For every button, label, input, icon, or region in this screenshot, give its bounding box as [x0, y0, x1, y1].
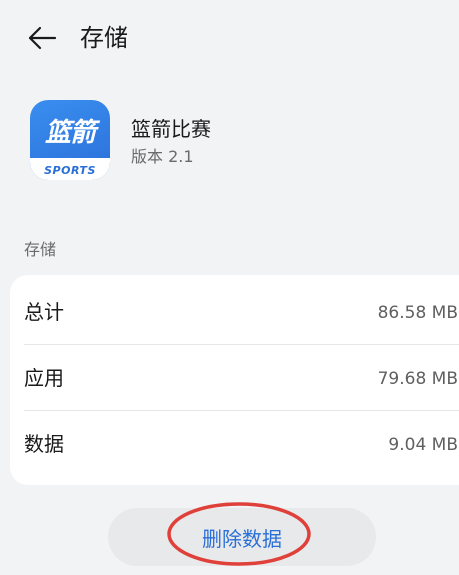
storage-row-value: 9.04 MB	[388, 435, 458, 455]
clear-data-label: 删除数据	[202, 526, 282, 551]
storage-row-app: 应用 79.68 MB	[10, 345, 459, 411]
storage-row-label: 数据	[24, 432, 64, 456]
storage-row-data: 数据 9.04 MB	[10, 411, 459, 477]
storage-row-total: 总计 86.58 MB	[10, 279, 459, 345]
app-icon: 篮箭 SPORTS	[30, 100, 110, 180]
storage-row-label: 应用	[24, 366, 64, 390]
back-arrow-icon	[28, 26, 57, 50]
app-info: 篮箭 SPORTS 篮箭比赛 版本 2.1	[0, 95, 459, 195]
app-icon-logo-text: 篮箭	[44, 118, 96, 148]
page-title: 存储	[80, 24, 128, 52]
storage-section-label: 存储	[24, 240, 57, 259]
storage-card: 总计 86.58 MB 应用 79.68 MB 数据 9.04 MB	[10, 275, 459, 485]
back-button[interactable]	[22, 20, 62, 56]
storage-row-value: 79.68 MB	[377, 369, 458, 389]
app-version: 版本 2.1	[131, 147, 194, 166]
app-icon-subtext: SPORTS	[44, 164, 96, 177]
app-name: 篮箭比赛	[131, 117, 211, 141]
top-bar: 存储	[0, 0, 459, 78]
storage-row-value: 86.58 MB	[377, 303, 458, 323]
storage-row-label: 总计	[24, 300, 64, 324]
clear-data-button[interactable]: 删除数据	[108, 508, 376, 566]
